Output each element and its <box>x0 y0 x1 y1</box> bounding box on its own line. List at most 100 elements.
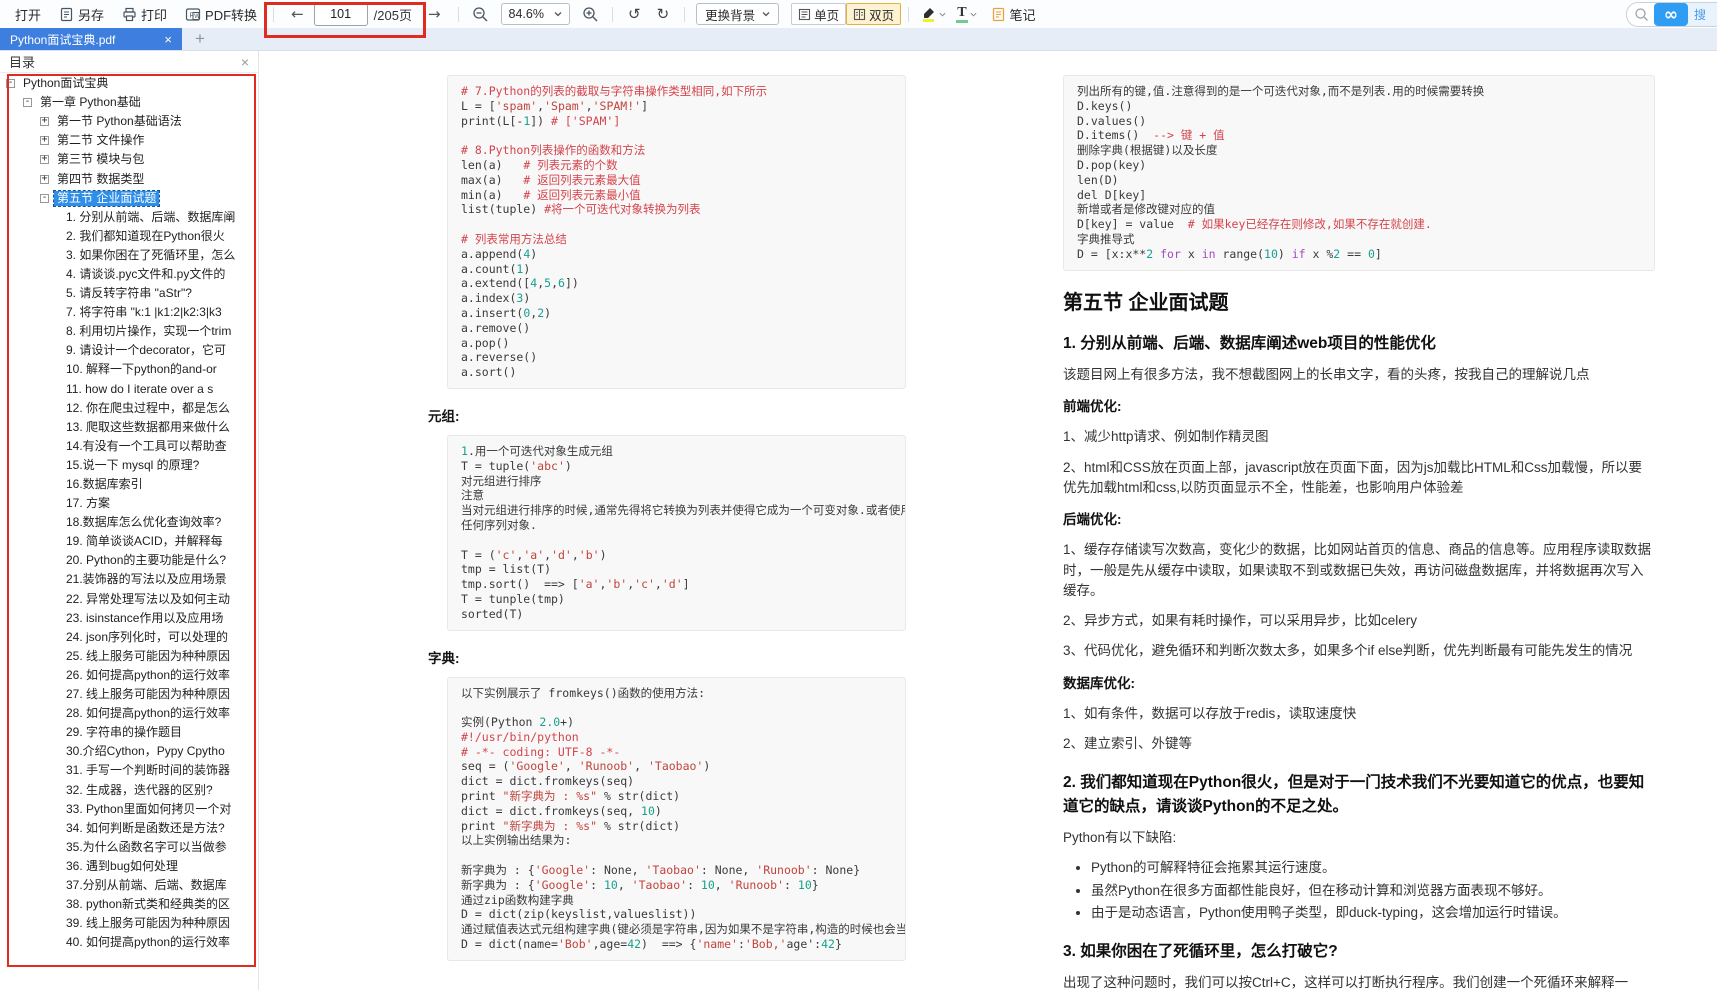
toc-item-label: 14.有没有一个工具可以帮助查 <box>63 439 230 454</box>
double-page-button[interactable]: 双页 <box>846 3 901 25</box>
print-button[interactable]: 打印 <box>113 2 176 26</box>
toc-item[interactable]: 1. 分别从前端、后端、数据库阐 <box>0 208 258 227</box>
toc-item[interactable]: 35.为什么函数名字可以当做参 <box>0 838 258 857</box>
toc-item-label: 5. 请反转字符串 "aStr"? <box>63 286 195 301</box>
toc-item[interactable]: 19. 简单谈谈ACID，并解释每 <box>0 532 258 551</box>
toc-item-label: 36. 遇到bug如何处理 <box>63 859 181 874</box>
tree-expander-icon[interactable]: + <box>40 136 49 145</box>
toc-item[interactable]: 25. 线上服务可能因为种种原因 <box>0 647 258 666</box>
single-page-button[interactable]: 单页 <box>791 3 846 25</box>
toc-item[interactable]: 5. 请反转字符串 "aStr"? <box>0 284 258 303</box>
pdf-page-left: # 7.Python的列表的截取与字符串操作类型相同,如下所示 L = ['sp… <box>428 75 906 961</box>
toc-item[interactable]: 23. isinstance作用以及应用场 <box>0 609 258 628</box>
toc-item[interactable]: + 第二节 文件操作 <box>0 131 258 150</box>
toc-item-label: 第四节 数据类型 <box>54 172 147 187</box>
previous-page-button[interactable]: ← <box>281 5 314 23</box>
toc-item[interactable]: 26. 如何提高python的运行效率 <box>0 666 258 685</box>
toc-item[interactable]: 33. Python里面如何拷贝一个对 <box>0 800 258 819</box>
new-tab-button[interactable]: + <box>182 28 218 50</box>
toc-item[interactable]: 16.数据库索引 <box>0 475 258 494</box>
toc-item[interactable]: 34. 如何判断是函数还是方法? <box>0 819 258 838</box>
toc-item[interactable]: 11. how do I iterate over a s <box>0 380 258 399</box>
toc-item[interactable]: 24. json序列化时，可以处理的 <box>0 628 258 647</box>
toc-item[interactable]: 37.分别从前端、后端、数据库 <box>0 876 258 895</box>
change-background-dropdown[interactable]: 更换背景 <box>696 3 779 25</box>
toc-item[interactable]: 8. 利用切片操作，实现一个trim <box>0 322 258 341</box>
toc-item[interactable]: - 第五节 企业面试题 <box>0 189 258 208</box>
toc-item[interactable]: - 第一章 Python基础 <box>0 93 258 112</box>
toc-title: 目录 <box>9 52 35 71</box>
db-opt-label: 数据库优化: <box>1063 674 1655 694</box>
toc-item[interactable]: + 第四节 数据类型 <box>0 169 258 188</box>
toc-item[interactable]: 21.装饰器的写法以及应用场景 <box>0 570 258 589</box>
text-tool[interactable]: T <box>951 6 981 23</box>
toc-item[interactable]: 9. 请设计一个decorator，它可 <box>0 341 258 360</box>
next-page-button[interactable]: → <box>418 5 451 23</box>
toc-item[interactable]: 12. 你在爬虫过程中，都是怎么 <box>0 399 258 418</box>
backend-opt-item: 1、缓存存储读写次数高，变化少的数据，比如网站首页的信息、商品的信息等。应用程序… <box>1063 540 1655 601</box>
code-block-dict-ops: 列出所有的键,值.注意得到的是一个可迭代对象,而不是列表.用的时候需要转换 D.… <box>1063 75 1655 271</box>
toc-item[interactable]: 27. 线上服务可能因为种种原因 <box>0 685 258 704</box>
close-icon[interactable]: × <box>241 54 249 70</box>
code-block-list-ops: # 7.Python的列表的截取与字符串操作类型相同,如下所示 L = ['sp… <box>447 75 906 389</box>
toc-item[interactable]: 28. 如何提高python的运行效率 <box>0 704 258 723</box>
toc-item[interactable]: 20. Python的主要功能是什么? <box>0 551 258 570</box>
toc-item[interactable]: 10. 解释一下python的and-or <box>0 360 258 379</box>
question-1-title: 1. 分别从前端、后端、数据库阐述web项目的性能优化 <box>1063 332 1655 355</box>
toc-item-label: 30.介绍Cython，Pypy Cpytho <box>63 744 228 759</box>
toc-item[interactable]: 39. 线上服务可能因为种种原因 <box>0 914 258 933</box>
tree-expander-icon[interactable]: + <box>40 175 49 184</box>
tree-expander-icon[interactable]: - <box>6 79 15 88</box>
frontend-opt-item: 1、减少http请求、例如制作精灵图 <box>1063 427 1655 447</box>
toc-item[interactable]: 4. 请谈谈.pyc文件和.py文件的 <box>0 265 258 284</box>
toc-item[interactable]: 32. 生成器，迭代器的区别? <box>0 780 258 799</box>
toc-item[interactable]: 7. 将字符串 "k:1 |k1:2|k2:3|k3 <box>0 303 258 322</box>
notes-button[interactable]: 笔记 <box>982 2 1045 26</box>
pdf-convert-button[interactable]: PW PDF转换 <box>176 2 266 26</box>
tab-bar: Python面试宝典.pdf × + <box>0 28 1717 51</box>
redo-button[interactable]: ↻ <box>649 5 678 23</box>
toc-item[interactable]: + 第一节 Python基础语法 <box>0 112 258 131</box>
toc-item[interactable]: 30.介绍Cython，Pypy Cpytho <box>0 742 258 761</box>
open-button[interactable]: 打开 <box>6 2 50 26</box>
toc-item[interactable]: 14.有没有一个工具可以帮助查 <box>0 437 258 456</box>
toc-item[interactable]: 22. 异常处理写法以及如何主动 <box>0 590 258 609</box>
change-background-label: 更换背景 <box>705 5 755 24</box>
tree-expander-icon[interactable]: + <box>40 117 49 126</box>
chevron-down-icon[interactable] <box>939 11 946 18</box>
zoom-level-dropdown[interactable]: 84.6% <box>501 3 570 25</box>
toc-item[interactable]: 18.数据库怎么优化查询效率? <box>0 513 258 532</box>
tree-expander-icon[interactable]: - <box>40 194 49 203</box>
toc-item[interactable]: 38. python新式类和经典类的区 <box>0 895 258 914</box>
toc-item[interactable]: 40. 如何提高python的运行效率 <box>0 933 258 952</box>
toc-item[interactable]: - Python面试宝典 <box>0 74 258 93</box>
zoom-out-button[interactable] <box>466 6 495 23</box>
toc-item[interactable]: 2. 我们都知道现在Python很火 <box>0 227 258 246</box>
zoom-level-value: 84.6% <box>509 7 544 21</box>
undo-button[interactable]: ↺ <box>620 5 649 23</box>
document-viewer[interactable]: # 7.Python的列表的截取与字符串操作类型相同,如下所示 L = ['sp… <box>259 51 1717 990</box>
toc-item-label: 15.说一下 mysql 的原理? <box>63 458 202 473</box>
toc-item[interactable]: 36. 遇到bug如何处理 <box>0 857 258 876</box>
toc-item[interactable]: + 第三节 模块与包 <box>0 150 258 169</box>
toc-item[interactable]: 13. 爬取这些数据都用来做什么 <box>0 418 258 437</box>
toc-item[interactable]: 17. 方案 <box>0 494 258 513</box>
page-number-input[interactable] <box>314 3 368 26</box>
save-as-button[interactable]: 另存 <box>50 2 113 26</box>
chevron-down-icon[interactable] <box>970 11 977 18</box>
tab-close-icon[interactable]: × <box>164 32 172 47</box>
tree-expander-icon[interactable]: - <box>23 98 32 107</box>
document-tab[interactable]: Python面试宝典.pdf × <box>0 28 182 50</box>
tree-expander-icon[interactable]: + <box>40 155 49 164</box>
zoom-in-button[interactable] <box>576 6 605 23</box>
svg-text:W: W <box>194 14 200 20</box>
toc-item[interactable]: 3. 如果你困在了死循环里，怎么 <box>0 246 258 265</box>
print-button-label: 打印 <box>141 5 167 24</box>
highlighter-tool[interactable] <box>916 6 951 22</box>
toc-item[interactable]: 15.说一下 mysql 的原理? <box>0 456 258 475</box>
question-3-intro: 出现了这种问题时，我们可以按Ctrl+C，这样可以打断执行程序。我们创建一个死循… <box>1063 973 1655 990</box>
search-box[interactable]: ∞ 搜 <box>1626 2 1717 27</box>
toc-item[interactable]: 31. 手写一个判断时间的装饰器 <box>0 761 258 780</box>
toc-item[interactable]: 29. 字符串的操作题目 <box>0 723 258 742</box>
search-partial-label: 搜 <box>1688 3 1717 26</box>
